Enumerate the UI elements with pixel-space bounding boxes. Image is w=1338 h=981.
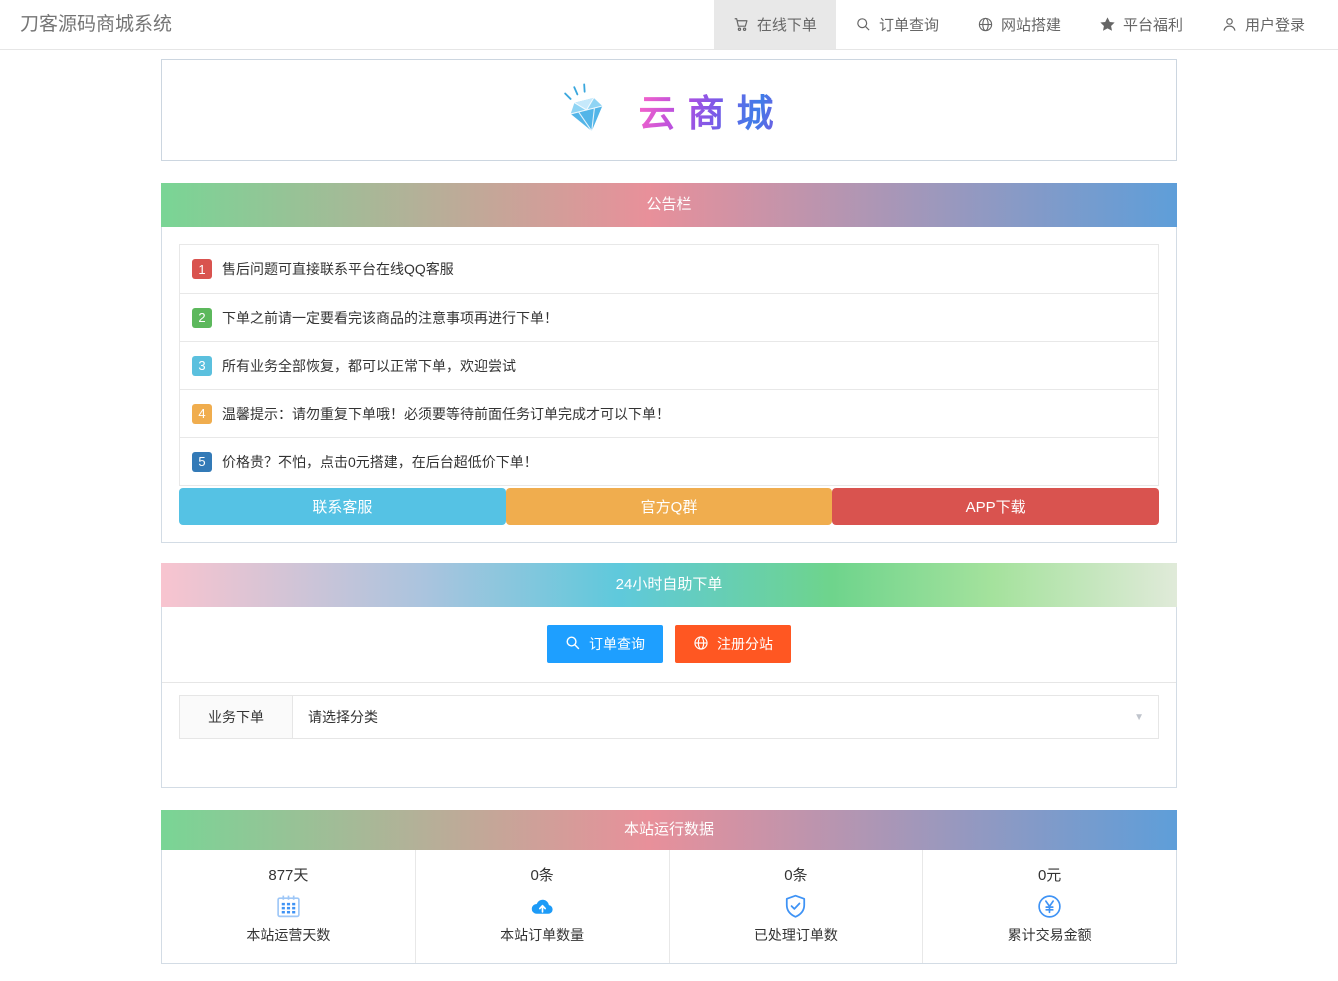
app-download-button[interactable]: APP下载 <box>832 488 1160 525</box>
stat-value: 0元 <box>1037 867 1062 884</box>
calendar-icon <box>162 893 415 920</box>
user-icon <box>1221 16 1238 33</box>
nav-item-online-order[interactable]: 在线下单 <box>713 0 836 49</box>
shield-check-icon <box>670 893 923 920</box>
nav-item-label: 网站搭建 <box>1000 17 1061 34</box>
stat-value: 877天 <box>268 867 309 884</box>
nav-item-label: 在线下单 <box>756 17 817 34</box>
button-label: 注册分站 <box>717 636 773 652</box>
announcement-item: 4 温馨提示：请勿重复下单哦！必须要等待前面任务订单完成才可以下单！ <box>180 389 1158 437</box>
cart-icon <box>733 16 750 33</box>
self-service-actions: 订单查询 注册分站 <box>162 607 1176 682</box>
stats-header: 本站运行数据 <box>161 810 1177 850</box>
business-order-label: 业务下单 <box>179 695 293 739</box>
nav-item-label: 平台福利 <box>1122 17 1183 34</box>
announcement-buttons: 联系客服 官方Q群 APP下载 <box>179 488 1160 525</box>
stat-value: 0条 <box>530 867 554 884</box>
chevron-down-icon: ▼ <box>1134 711 1144 723</box>
self-service-section: 24小时自助下单 订单查询 注册分站 业务下单 请选择分类 ▼ <box>161 563 1177 788</box>
announcement-item: 5 价格贵？不怕，点击0元搭建，在后台超低价下单！ <box>180 437 1158 485</box>
stat-label: 已处理订单数 <box>753 927 838 943</box>
nav-item-label: 订单查询 <box>878 17 939 34</box>
stat-value: 0条 <box>784 867 808 884</box>
stat-cell-order-count: 0条 本站订单数量 <box>414 850 669 963</box>
search-icon <box>855 16 872 33</box>
announcement-number-badge: 3 <box>192 355 212 376</box>
nav-item-label: 用户登录 <box>1244 17 1305 34</box>
stat-cell-processed-orders: 0条 已处理订单数 <box>668 850 923 963</box>
main-container: 云商城 公告栏 1 售后问题可直接联系平台在线QQ客服 2 下单之前请一定要看完… <box>161 59 1177 964</box>
stats-section: 本站运行数据 877天 本站运营天数 0条 本站订单数量 0条 已处理订单数 0… <box>161 810 1177 964</box>
business-order-row: 业务下单 请选择分类 ▼ <box>179 695 1159 739</box>
official-qq-group-button[interactable]: 官方Q群 <box>505 488 833 525</box>
nav-item-platform-benefits[interactable]: 平台福利 <box>1080 0 1202 49</box>
announcement-body: 1 售后问题可直接联系平台在线QQ客服 2 下单之前请一定要看完该商品的注意事项… <box>161 227 1177 543</box>
button-label: 订单查询 <box>589 636 645 652</box>
globe-icon <box>977 16 994 33</box>
announcement-number-badge: 5 <box>192 451 212 472</box>
stat-cell-total-transactions: 0元 累计交易金额 <box>922 850 1176 963</box>
nav-item-order-query[interactable]: 订单查询 <box>836 0 958 49</box>
star-icon <box>1099 16 1116 33</box>
logo-card: 云商城 <box>161 59 1177 161</box>
category-select[interactable]: 请选择分类 ▼ <box>293 695 1159 739</box>
cloud-upload-icon <box>416 893 669 920</box>
stat-label: 本站订单数量 <box>500 927 585 943</box>
site-title: 刀客源码商城系统 <box>20 14 173 35</box>
announcement-text: 所有业务全部恢复，都可以正常下单，欢迎尝试 <box>222 357 516 374</box>
announcement-number-badge: 1 <box>192 259 212 279</box>
stats-row: 877天 本站运营天数 0条 本站订单数量 0条 已处理订单数 0元 累计交易金… <box>161 850 1177 964</box>
stat-label: 本站运营天数 <box>246 927 331 943</box>
stat-cell-operating-days: 877天 本站运营天数 <box>162 850 415 963</box>
order-query-button[interactable]: 订单查询 <box>547 625 663 663</box>
announcement-text: 下单之前请一定要看完该商品的注意事项再进行下单！ <box>222 309 558 326</box>
self-service-header: 24小时自助下单 <box>161 563 1177 607</box>
stat-label: 累计交易金额 <box>1007 927 1092 943</box>
announcement-header: 公告栏 <box>161 183 1177 227</box>
nav-menu: 在线下单 订单查询 网站搭建 平台福利 用户登录 <box>713 0 1338 49</box>
announcement-item: 1 售后问题可直接联系平台在线QQ客服 <box>180 245 1158 293</box>
announcement-number-badge: 2 <box>192 307 212 328</box>
diamond-logo-icon <box>553 79 619 142</box>
announcement-item: 3 所有业务全部恢复，都可以正常下单，欢迎尝试 <box>180 341 1158 389</box>
self-service-body: 订单查询 注册分站 业务下单 请选择分类 ▼ <box>161 607 1177 788</box>
yuan-icon <box>923 893 1176 920</box>
announcement-section: 公告栏 1 售后问题可直接联系平台在线QQ客服 2 下单之前请一定要看完该商品的… <box>161 183 1177 543</box>
contact-support-button[interactable]: 联系客服 <box>179 488 506 525</box>
announcement-number-badge: 4 <box>192 403 212 424</box>
announcement-item: 2 下单之前请一定要看完该商品的注意事项再进行下单！ <box>180 293 1158 341</box>
nav-item-site-build[interactable]: 网站搭建 <box>958 0 1080 49</box>
top-navbar: 刀客源码商城系统 在线下单 订单查询 网站搭建 平台福利 用户登录 <box>0 0 1338 50</box>
register-substation-button[interactable]: 注册分站 <box>675 625 791 663</box>
announcement-text: 售后问题可直接联系平台在线QQ客服 <box>222 261 454 277</box>
announcement-text: 温馨提示：请勿重复下单哦！必须要等待前面任务订单完成才可以下单！ <box>222 405 670 422</box>
divider <box>162 682 1176 683</box>
category-select-placeholder: 请选择分类 <box>308 709 378 725</box>
announcement-text: 价格贵？不怕，点击0元搭建，在后台超低价下单！ <box>222 453 538 470</box>
nav-item-user-login[interactable]: 用户登录 <box>1202 0 1324 49</box>
brand-name: 云商城 <box>639 83 786 137</box>
search-icon <box>565 635 581 654</box>
announcement-list: 1 售后问题可直接联系平台在线QQ客服 2 下单之前请一定要看完该商品的注意事项… <box>179 244 1159 486</box>
page: 刀客源码商城系统 在线下单 订单查询 网站搭建 平台福利 用户登录 云商城 公告… <box>0 0 1338 981</box>
globe-icon <box>693 635 709 654</box>
